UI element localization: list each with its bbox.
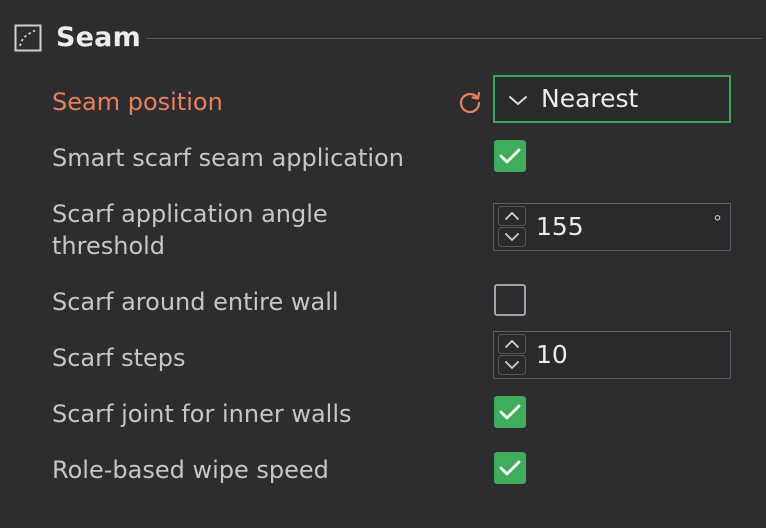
- scarf-angle-label-line1: Scarf application angle: [52, 200, 328, 228]
- scarf-angle-label-line2: threshold: [52, 232, 166, 260]
- section-header-seam: Seam: [14, 20, 762, 60]
- scarf-inner-walls-checkbox[interactable]: [494, 396, 526, 428]
- spin-down-icon[interactable]: [498, 227, 526, 247]
- checkmark-icon: [499, 148, 521, 164]
- role-wipe-speed-checkbox[interactable]: [494, 452, 526, 484]
- scarf-around-wall-label: Scarf around entire wall: [52, 288, 339, 316]
- scarf-around-wall-checkbox[interactable]: [494, 284, 526, 316]
- spin-up-icon[interactable]: [498, 206, 526, 226]
- scarf-angle-spinbox[interactable]: 155 °: [493, 203, 731, 251]
- seam-icon: [14, 24, 42, 52]
- section-title: Seam: [56, 22, 141, 53]
- degree-unit: °: [713, 212, 722, 233]
- scarf-angle-value: 155: [536, 212, 584, 241]
- spin-arrows: [498, 206, 526, 248]
- scarf-inner-walls-label: Scarf joint for inner walls: [52, 400, 352, 428]
- checkmark-icon: [499, 460, 521, 476]
- spin-arrows: [498, 334, 526, 376]
- chevron-down-icon: [508, 93, 528, 112]
- section-divider: [146, 38, 762, 39]
- smart-scarf-checkbox[interactable]: [494, 140, 526, 172]
- role-wipe-speed-label: Role-based wipe speed: [52, 456, 329, 484]
- spin-down-icon[interactable]: [498, 355, 526, 375]
- scarf-steps-label: Scarf steps: [52, 344, 186, 372]
- reset-icon[interactable]: [455, 87, 485, 117]
- spin-up-icon[interactable]: [498, 334, 526, 354]
- smart-scarf-label: Smart scarf seam application: [52, 144, 404, 172]
- seam-position-value: Nearest: [541, 84, 639, 113]
- checkmark-icon: [499, 404, 521, 420]
- scarf-steps-value: 10: [536, 340, 568, 369]
- scarf-steps-spinbox[interactable]: 10: [493, 331, 731, 379]
- seam-position-dropdown[interactable]: Nearest: [493, 75, 731, 123]
- seam-position-label: Seam position: [52, 88, 223, 116]
